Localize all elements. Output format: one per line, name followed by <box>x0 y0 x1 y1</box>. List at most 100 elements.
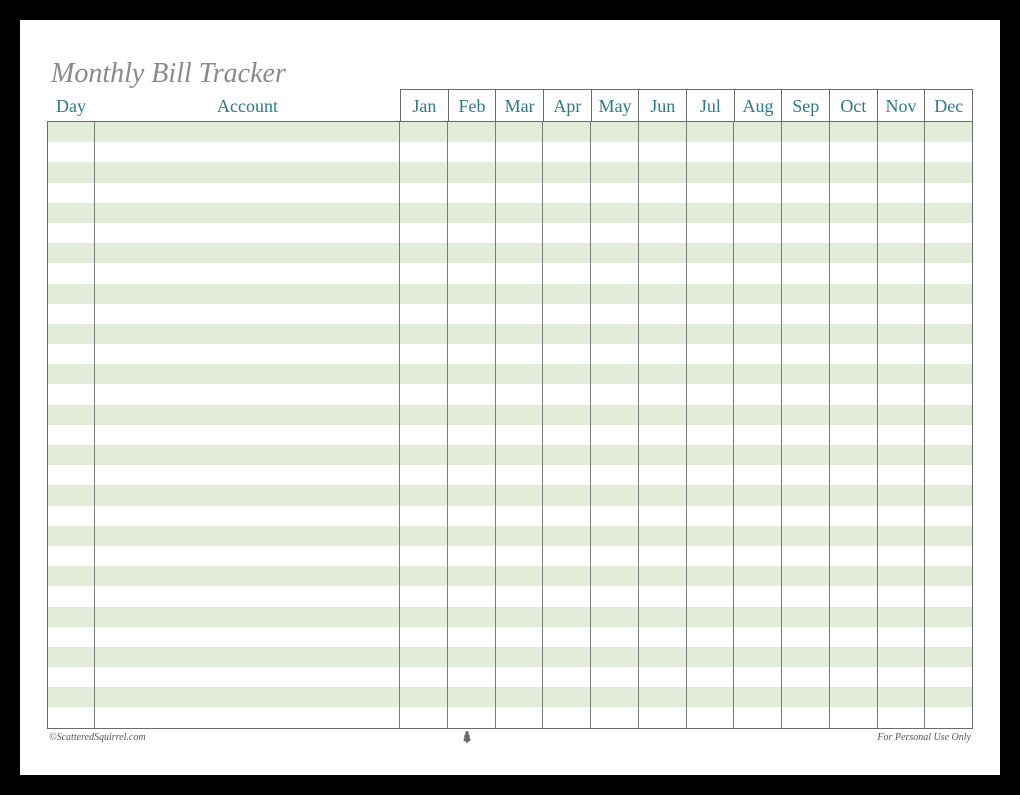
account-cell <box>95 425 400 445</box>
table-row <box>48 384 972 404</box>
month-cell <box>639 526 687 546</box>
month-cell <box>830 384 878 404</box>
table-row <box>48 667 972 687</box>
month-cell <box>400 707 448 727</box>
day-column-header: Day <box>47 92 95 121</box>
month-cell <box>543 586 591 606</box>
month-cell <box>830 607 878 627</box>
month-cell <box>543 223 591 243</box>
month-cell <box>448 485 496 505</box>
month-cell <box>543 162 591 182</box>
month-cell <box>448 526 496 546</box>
account-cell <box>95 142 400 162</box>
month-cell <box>687 263 735 283</box>
table-row <box>48 607 972 627</box>
account-cell <box>95 566 400 586</box>
month-cell <box>496 304 544 324</box>
month-header-jun: Jun <box>639 90 687 121</box>
month-cell <box>830 485 878 505</box>
month-cell <box>400 203 448 223</box>
month-cell <box>830 425 878 445</box>
month-cell <box>878 647 926 667</box>
month-cell <box>878 122 926 142</box>
month-cell <box>639 203 687 223</box>
month-cell <box>782 607 830 627</box>
month-cell <box>496 425 544 445</box>
month-cell <box>925 364 972 384</box>
month-cell <box>925 425 972 445</box>
month-cell <box>925 284 972 304</box>
month-cell <box>830 465 878 485</box>
month-cell <box>734 384 782 404</box>
month-cell <box>639 142 687 162</box>
month-cell <box>878 586 926 606</box>
month-cell <box>782 566 830 586</box>
month-cell <box>496 465 544 485</box>
month-cell <box>782 263 830 283</box>
account-cell <box>95 506 400 526</box>
month-cell <box>878 687 926 707</box>
month-cell <box>639 344 687 364</box>
month-cell <box>639 687 687 707</box>
month-cell <box>734 263 782 283</box>
month-cell <box>639 324 687 344</box>
account-cell <box>95 364 400 384</box>
month-cell <box>782 526 830 546</box>
table-row <box>48 344 972 364</box>
month-cell <box>543 687 591 707</box>
month-cell <box>782 344 830 364</box>
month-cell <box>448 627 496 647</box>
month-cell <box>878 324 926 344</box>
month-cell <box>830 566 878 586</box>
account-cell <box>95 263 400 283</box>
month-cell <box>734 344 782 364</box>
month-cell <box>591 263 639 283</box>
month-cell <box>448 667 496 687</box>
month-cell <box>878 707 926 727</box>
day-cell <box>48 324 95 344</box>
month-cell <box>496 586 544 606</box>
month-cell <box>496 647 544 667</box>
month-cell <box>448 607 496 627</box>
month-cell <box>591 284 639 304</box>
month-cell <box>878 506 926 526</box>
month-cell <box>639 243 687 263</box>
month-cell <box>591 183 639 203</box>
month-cell <box>782 284 830 304</box>
table-row <box>48 647 972 667</box>
month-cell <box>543 546 591 566</box>
table-row <box>48 707 972 727</box>
month-header-dec: Dec <box>925 90 972 121</box>
month-cell <box>496 223 544 243</box>
month-cell <box>543 627 591 647</box>
table-row <box>48 627 972 647</box>
month-cell <box>734 243 782 263</box>
month-cell <box>448 465 496 485</box>
table-row <box>48 243 972 263</box>
month-cell <box>734 546 782 566</box>
month-cell <box>639 304 687 324</box>
month-cell <box>925 566 972 586</box>
month-cell <box>400 627 448 647</box>
month-cell <box>448 162 496 182</box>
month-cell <box>639 183 687 203</box>
month-cell <box>878 162 926 182</box>
month-cell <box>543 304 591 324</box>
left-column-headers: Day Account <box>47 92 400 121</box>
account-cell <box>95 324 400 344</box>
month-cell <box>448 142 496 162</box>
table-row <box>48 425 972 445</box>
account-cell <box>95 526 400 546</box>
month-cell <box>782 203 830 223</box>
title-area: Monthly Bill Tracker Day Account <box>47 58 400 121</box>
table-row <box>48 546 972 566</box>
month-cell <box>878 203 926 223</box>
month-cell <box>830 304 878 324</box>
month-cell <box>591 506 639 526</box>
months-header: Jan Feb Mar Apr May Jun Jul Aug Sep Oct … <box>400 89 973 121</box>
month-cell <box>543 243 591 263</box>
month-cell <box>400 122 448 142</box>
month-cell <box>496 546 544 566</box>
month-cell <box>543 203 591 223</box>
month-cell <box>591 122 639 142</box>
